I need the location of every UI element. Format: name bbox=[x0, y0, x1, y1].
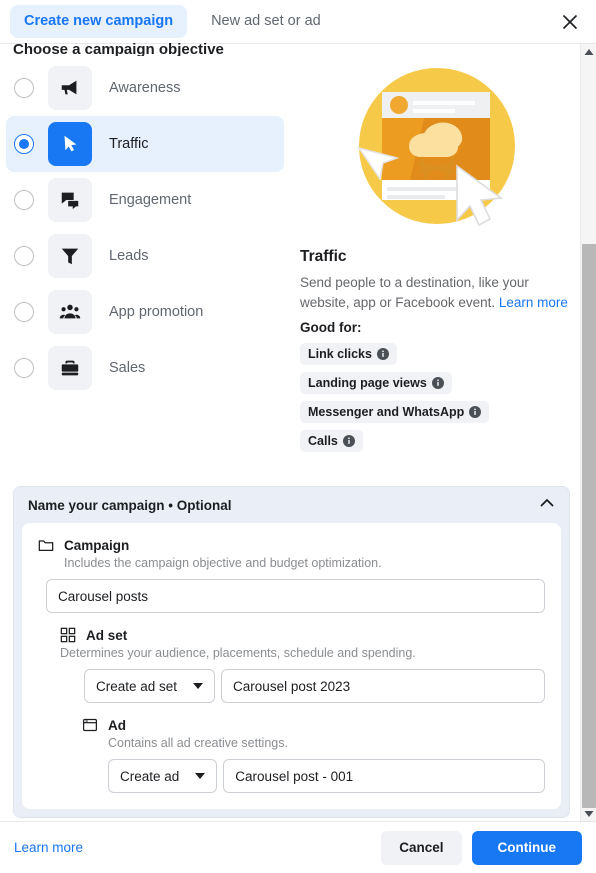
tab-new-ad-set-or-ad[interactable]: New ad set or ad bbox=[199, 5, 333, 38]
chip-messenger-and-whatsapp[interactable]: Messenger and WhatsApp bbox=[300, 401, 490, 424]
dialog-header: Create new campaign New ad set or ad bbox=[0, 0, 596, 44]
detail-description: Send people to a destination, like your … bbox=[300, 273, 568, 312]
ad-controls: Create ad Carousel post - 001 bbox=[108, 759, 545, 793]
adset-create-select[interactable]: Create ad set bbox=[84, 669, 216, 703]
folder-icon bbox=[38, 537, 54, 553]
ad-label: Ad bbox=[108, 717, 126, 733]
scroll-down-arrow-icon[interactable] bbox=[581, 806, 596, 822]
info-icon[interactable] bbox=[469, 406, 482, 419]
radio-engagement[interactable] bbox=[14, 190, 34, 210]
continue-button[interactable]: Continue bbox=[471, 830, 582, 865]
objective-detail-panel: Traffic Send people to a destination, li… bbox=[300, 60, 568, 459]
chip-landing-page-views[interactable]: Landing page views bbox=[300, 372, 452, 395]
ad-name-input[interactable]: Carousel post - 001 bbox=[223, 759, 545, 793]
footer-buttons: Cancel Continue bbox=[381, 830, 582, 865]
chip-label: Messenger and WhatsApp bbox=[308, 405, 465, 420]
people-group-icon bbox=[48, 290, 92, 334]
objective-label: Leads bbox=[109, 248, 149, 264]
objective-row-traffic[interactable]: Traffic bbox=[6, 116, 284, 172]
name-campaign-fields: Campaign Includes the campaign objective… bbox=[22, 523, 561, 809]
chat-bubbles-icon bbox=[48, 178, 92, 222]
chevron-up-icon[interactable] bbox=[539, 495, 555, 516]
chip-label: Calls bbox=[308, 434, 338, 449]
info-icon[interactable] bbox=[431, 377, 444, 390]
grid-icon bbox=[60, 627, 76, 643]
funnel-icon bbox=[48, 234, 92, 278]
radio-sales[interactable] bbox=[14, 358, 34, 378]
megaphone-icon bbox=[48, 66, 92, 110]
window-icon bbox=[82, 717, 98, 733]
adset-field-block: Ad set Determines your audience, placeme… bbox=[38, 627, 545, 703]
radio-app-promotion[interactable] bbox=[14, 302, 34, 322]
dialog-footer: Learn more Cancel Continue bbox=[0, 821, 596, 873]
ad-create-select[interactable]: Create ad bbox=[108, 759, 218, 793]
ad-description: Contains all ad creative settings. bbox=[108, 736, 288, 750]
adset-name-input[interactable]: Carousel post 2023 bbox=[221, 669, 545, 703]
chip-calls[interactable]: Calls bbox=[300, 430, 363, 453]
scrollbar-thumb[interactable] bbox=[582, 244, 596, 808]
footer-learn-more-link[interactable]: Learn more bbox=[14, 840, 83, 855]
detail-description-text: Send people to a destination, like your … bbox=[300, 275, 529, 310]
good-for-label: Good for: bbox=[300, 320, 362, 336]
chip-link-clicks[interactable]: Link clicks bbox=[300, 343, 397, 366]
objective-label: Traffic bbox=[109, 136, 149, 152]
objective-row-app-promotion[interactable]: App promotion bbox=[6, 284, 284, 340]
adset-select-value: Create ad set bbox=[96, 678, 178, 694]
vertical-scrollbar[interactable] bbox=[580, 44, 596, 822]
scroll-up-arrow-icon[interactable] bbox=[581, 44, 596, 60]
objective-label: App promotion bbox=[109, 304, 204, 320]
name-campaign-title: Name your campaign • Optional bbox=[28, 497, 232, 513]
briefcase-icon bbox=[48, 346, 92, 390]
page-title: Choose a campaign objective bbox=[13, 42, 224, 56]
objective-label: Awareness bbox=[109, 80, 181, 96]
chevron-down-icon bbox=[193, 683, 204, 689]
good-for-chips: Link clicks Landing page views Messenger… bbox=[300, 343, 568, 459]
campaign-name-input[interactable]: Carousel posts bbox=[46, 579, 545, 613]
close-icon bbox=[561, 13, 579, 31]
dialog-body: Awareness Traffic Engagement Leads App p… bbox=[0, 60, 580, 822]
adset-controls: Create ad set Carousel post 2023 bbox=[84, 669, 545, 703]
ad-field-block: Ad Contains all ad creative settings. Cr… bbox=[38, 717, 545, 793]
info-icon[interactable] bbox=[342, 435, 355, 448]
objective-label: Sales bbox=[109, 360, 146, 376]
objective-row-leads[interactable]: Leads bbox=[6, 228, 284, 284]
detail-title: Traffic bbox=[300, 248, 347, 265]
cursor-arrow-icon bbox=[48, 122, 92, 166]
radio-traffic[interactable] bbox=[14, 134, 34, 154]
objective-row-sales[interactable]: Sales bbox=[6, 340, 284, 396]
campaign-field-block: Campaign Includes the campaign objective… bbox=[38, 537, 545, 613]
cancel-button[interactable]: Cancel bbox=[381, 830, 462, 865]
objective-label: Engagement bbox=[109, 192, 192, 208]
close-button[interactable] bbox=[554, 6, 586, 38]
name-campaign-header[interactable]: Name your campaign • Optional bbox=[14, 487, 569, 523]
chip-label: Link clicks bbox=[308, 347, 372, 362]
objective-row-awareness[interactable]: Awareness bbox=[6, 60, 284, 116]
ad-select-value: Create ad bbox=[120, 768, 180, 784]
objective-list: Awareness Traffic Engagement Leads App p… bbox=[6, 60, 284, 396]
traffic-illustration bbox=[300, 60, 568, 234]
campaign-label: Campaign bbox=[64, 537, 130, 553]
chevron-down-icon bbox=[195, 773, 206, 779]
adset-label: Ad set bbox=[86, 627, 128, 643]
radio-leads[interactable] bbox=[14, 246, 34, 266]
chip-label: Landing page views bbox=[308, 376, 427, 391]
campaign-description: Includes the campaign objective and budg… bbox=[64, 556, 382, 570]
tab-create-new-campaign[interactable]: Create new campaign bbox=[10, 5, 188, 38]
detail-learn-more-link[interactable]: Learn more bbox=[499, 295, 568, 310]
radio-awareness[interactable] bbox=[14, 78, 34, 98]
objective-row-engagement[interactable]: Engagement bbox=[6, 172, 284, 228]
info-icon[interactable] bbox=[376, 348, 389, 361]
name-campaign-card: Name your campaign • Optional Campaign I… bbox=[13, 486, 570, 818]
adset-description: Determines your audience, placements, sc… bbox=[60, 646, 416, 660]
create-campaign-dialog: Create new campaign New ad set or ad Cho… bbox=[0, 0, 596, 873]
